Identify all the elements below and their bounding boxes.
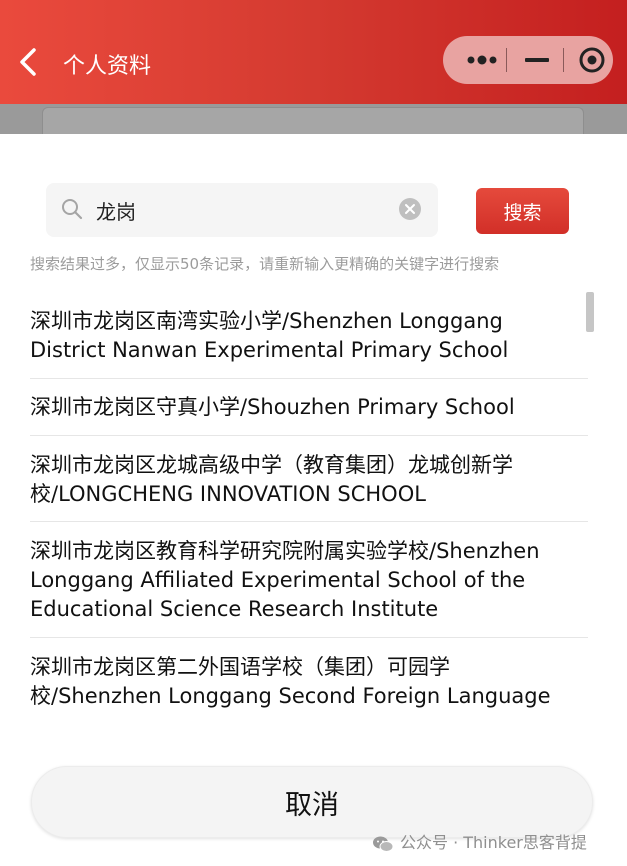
page-title: 个人资料: [63, 54, 152, 79]
nav-bar: 个人资料: [0, 0, 627, 104]
search-bar[interactable]: [46, 183, 438, 237]
result-line: Educational Science Research Institute: [30, 597, 439, 621]
capsule-divider: [506, 48, 507, 72]
result-line: 深圳市龙岗区第二外国语学校（集团）可园学: [30, 655, 450, 679]
wechat-icon: [373, 836, 394, 852]
result-line: 校/Shenzhen Longgang Second Foreign Langu…: [30, 684, 551, 708]
divider: [30, 435, 588, 436]
watermark: 公众号 · Thinker思客背提: [372, 829, 587, 853]
search-button[interactable]: 搜索: [476, 188, 569, 234]
target-icon[interactable]: [576, 44, 608, 76]
result-line: Longgang Affiliated Experimental School …: [30, 568, 526, 592]
capsule-divider: [563, 48, 564, 72]
result-line: 深圳市龙岗区教育科学研究院附属实验学校/Shenzhen: [30, 539, 540, 563]
minus-icon[interactable]: [521, 36, 553, 84]
cancel-button[interactable]: 取消: [31, 766, 593, 838]
list-item[interactable]: 深圳市龙岗区教育科学研究院附属实验学校/Shenzhen Longgang Af…: [30, 537, 588, 624]
result-line: 校/LONGCHENG INNOVATION SCHOOL: [30, 482, 426, 506]
mini-program-capsule: [443, 36, 613, 84]
result-line: 深圳市龙岗区守真小学/Shouzhen Primary School: [30, 395, 515, 419]
results-list: 深圳市龙岗区南湾实验小学/Shenzhen Longgang District …: [0, 292, 627, 712]
clear-icon[interactable]: [398, 197, 422, 221]
back-arrow-icon[interactable]: [16, 44, 44, 80]
search-hint: 搜索结果过多，仅显示50条记录，请重新输入更精确的关键字进行搜索: [30, 255, 500, 273]
list-item[interactable]: 深圳市龙岗区守真小学/Shouzhen Primary School: [30, 393, 588, 422]
search-input[interactable]: [96, 195, 386, 225]
result-line: 深圳市龙岗区龙城高级中学（教育集团）龙城创新学: [30, 453, 513, 477]
watermark-text: 公众号 · Thinker思客背提: [400, 833, 587, 852]
search-icon: [62, 199, 83, 220]
divider: [30, 521, 588, 522]
divider: [30, 378, 588, 379]
result-line: 深圳市龙岗区南湾实验小学/Shenzhen Longgang: [30, 309, 503, 333]
divider: [30, 637, 588, 638]
list-item[interactable]: 深圳市龙岗区第二外国语学校（集团）可园学 校/Shenzhen Longgang…: [30, 653, 588, 711]
scrollbar[interactable]: [586, 292, 594, 332]
ellipsis-icon[interactable]: [465, 36, 499, 84]
list-item[interactable]: 深圳市龙岗区龙城高级中学（教育集团）龙城创新学 校/LONGCHENG INNO…: [30, 451, 588, 509]
list-item[interactable]: 深圳市龙岗区南湾实验小学/Shenzhen Longgang District …: [30, 307, 588, 365]
result-line: District Nanwan Experimental Primary Sch…: [30, 338, 509, 362]
